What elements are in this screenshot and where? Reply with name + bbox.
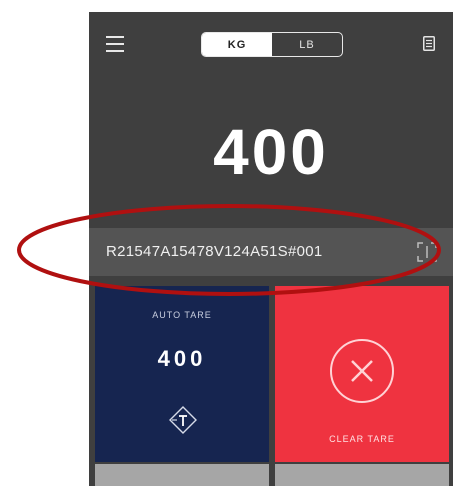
screenshot-stage: KG LB 400 R21547A15478V124A51S#001 AUTO … [0,0,458,486]
menu-icon[interactable] [106,36,124,52]
auto-tare-label: AUTO TARE [152,310,212,320]
auto-tare-value: 400 [157,346,207,371]
tare-icon [169,406,197,434]
scale-app-screen: KG LB 400 R21547A15478V124A51S#001 AUTO … [89,12,453,486]
close-circle-icon [330,339,394,403]
scan-icon[interactable] [416,241,438,263]
unit-option-lb[interactable]: LB [272,33,342,56]
clear-tare-button[interactable]: CLEAR TARE [275,286,449,462]
unit-option-kg[interactable]: KG [202,33,272,56]
weight-display: 400 [213,116,329,188]
barcode-row: R21547A15478V124A51S#001 [89,228,453,276]
clear-tare-label: CLEAR TARE [329,434,395,444]
unit-toggle: KG LB [201,32,343,57]
grey-tile-right[interactable] [275,464,449,486]
document-icon[interactable] [423,36,435,51]
auto-tare-button[interactable]: AUTO TARE 400 [95,286,269,462]
barcode-value: R21547A15478V124A51S#001 [106,243,323,260]
grey-tile-left[interactable] [95,464,269,486]
top-bar: KG LB [89,12,453,76]
